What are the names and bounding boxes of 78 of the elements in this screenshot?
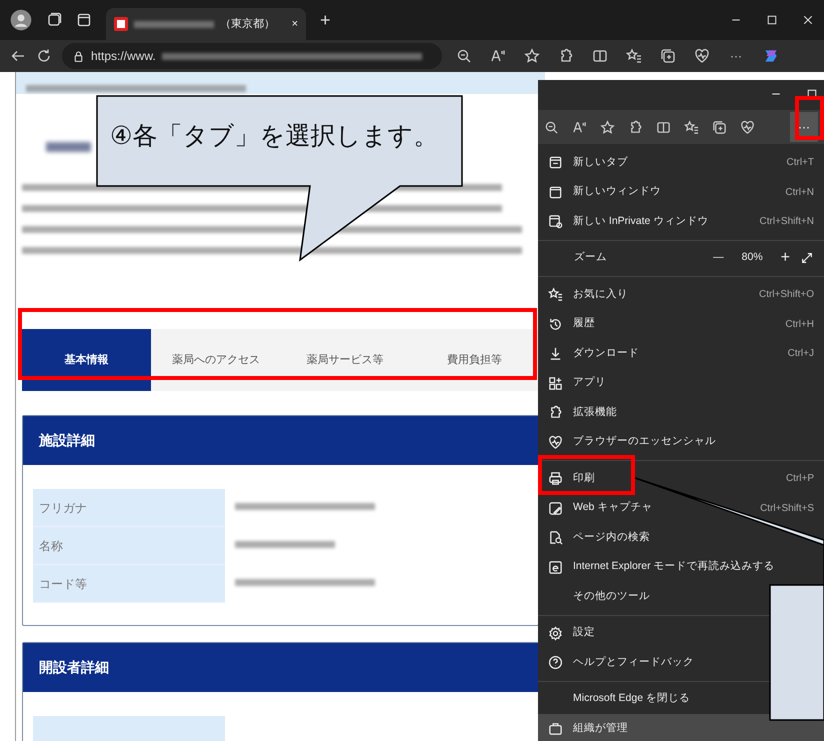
row-label: コード等: [33, 565, 225, 603]
page-tab[interactable]: 薬局サービス等: [280, 329, 410, 391]
history-icon: [548, 316, 563, 332]
tab-close-button[interactable]: ×: [292, 16, 298, 32]
fullscreen-icon[interactable]: [800, 251, 814, 266]
briefcase-icon: [548, 721, 563, 736]
workspaces-icon[interactable]: [46, 12, 62, 28]
more-button[interactable]: ···: [730, 47, 742, 65]
menu-item[interactable]: 新しいウィンドウ Ctrl+N: [538, 178, 824, 207]
menu-item[interactable]: ヘルプとフィードバック: [538, 648, 824, 678]
heart-icon: [548, 434, 563, 450]
menu-item[interactable]: ページ内の検索: [538, 523, 824, 552]
maximize-icon[interactable]: [766, 14, 778, 26]
browser-tab[interactable]: （東京都） ×: [106, 8, 306, 40]
tab-title: （東京都）: [220, 16, 275, 32]
page-tab[interactable]: 費用負担等: [410, 329, 539, 391]
zoom-out-icon[interactable]: [456, 48, 472, 64]
section-header: 施設詳細: [23, 416, 538, 465]
new-tab-icon: [548, 155, 563, 170]
lock-icon: [72, 50, 85, 62]
zoom-in-button[interactable]: +: [780, 246, 790, 270]
favorites-icon[interactable]: [684, 120, 699, 134]
split-screen-icon[interactable]: [592, 48, 608, 64]
menu-item[interactable]: 履歴 Ctrl+H: [538, 310, 824, 339]
menu-item[interactable]: Internet Explorer モードで再読み込みする: [538, 552, 824, 582]
puzzle-icon[interactable]: [628, 120, 643, 134]
address-bar[interactable]: https://www.: [62, 43, 442, 69]
menu-item[interactable]: 設定: [538, 618, 824, 648]
row-label: 名称: [33, 527, 225, 565]
more-highlight-box: [795, 96, 824, 140]
ie-icon: [548, 560, 563, 575]
page-tab[interactable]: 基本情報: [22, 329, 152, 391]
capture-icon: [548, 500, 563, 516]
help-icon: [548, 655, 563, 670]
find-icon: [548, 530, 563, 546]
printer-icon: [548, 471, 563, 486]
menu-item[interactable]: お気に入り Ctrl+Shift+O: [538, 280, 824, 310]
row-label: フリガナ: [33, 489, 225, 527]
window-icon: [548, 184, 563, 200]
zoom-value: 80%: [742, 250, 763, 266]
collections-icon[interactable]: [712, 120, 727, 134]
menu-item[interactable]: Web キャプチャ Ctrl+Shift+S: [538, 494, 824, 523]
heart-icon[interactable]: [694, 48, 710, 64]
favorites-icon: [548, 287, 563, 302]
menu-item-label: ズーム: [574, 250, 607, 266]
zoom-out-icon[interactable]: [544, 120, 559, 134]
gear-icon: [548, 626, 563, 641]
close-icon[interactable]: [802, 14, 814, 26]
menu-item[interactable]: 新しい InPrivate ウィンドウ Ctrl+Shift+N: [538, 207, 824, 236]
url-text: https://www.: [91, 48, 156, 65]
read-aloud-icon[interactable]: [490, 48, 506, 64]
site-favicon: [114, 17, 128, 31]
menu-item[interactable]: アプリ: [538, 368, 824, 398]
menu-item[interactable]: 拡張機能: [538, 398, 824, 428]
favorites-icon[interactable]: [626, 48, 642, 64]
heart-icon[interactable]: [740, 120, 755, 134]
apps-icon: [548, 376, 563, 391]
private-window-icon: [548, 214, 563, 230]
page-tab[interactable]: 薬局へのアクセス: [151, 329, 280, 391]
zoom-out-button[interactable]: —: [713, 250, 724, 266]
menu-item[interactable]: ダウンロード Ctrl+J: [538, 339, 824, 368]
download-icon: [548, 346, 563, 362]
tab-actions-icon[interactable]: [76, 12, 92, 28]
star-icon[interactable]: [524, 48, 540, 64]
menu-item[interactable]: ブラウザーのエッセンシャル: [538, 428, 824, 457]
star-icon[interactable]: [600, 120, 615, 134]
blurred-heading: [46, 142, 91, 152]
menu-item[interactable]: 新しいタブ Ctrl+T: [538, 148, 824, 178]
reload-icon[interactable]: [36, 48, 52, 64]
split-screen-icon[interactable]: [656, 120, 671, 134]
puzzle-icon: [548, 405, 563, 420]
read-aloud-icon[interactable]: [572, 120, 587, 134]
new-tab-button[interactable]: +: [320, 6, 331, 34]
collections-icon[interactable]: [660, 48, 676, 64]
callout-text: ④各「タブ」を選択します。: [110, 121, 438, 152]
profile-icon[interactable]: [10, 9, 32, 31]
section-header: 開設者詳細: [23, 643, 538, 692]
menu-item[interactable]: 印刷 Ctrl+P: [538, 464, 824, 494]
